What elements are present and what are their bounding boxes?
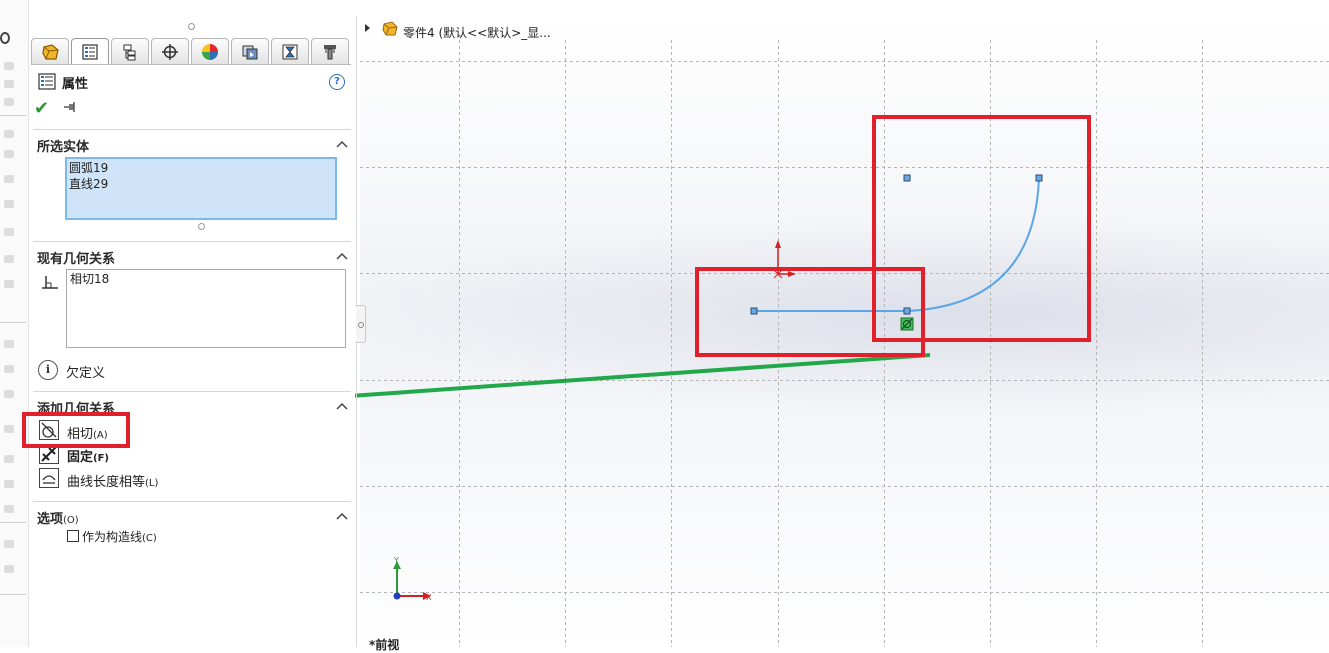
simulation-icon — [282, 44, 298, 59]
collapse-up-icon[interactable] — [335, 511, 349, 521]
existing-relations-list[interactable]: 相切18 — [66, 269, 346, 348]
feature-manager-icon — [42, 43, 59, 60]
ok-checkmark-icon[interactable]: ✔ — [34, 98, 49, 119]
existing-relations-header[interactable]: 现有几何关系 — [37, 248, 115, 267]
annotation-box-tangent-button — [22, 412, 130, 448]
list-item[interactable]: 直线29 — [69, 176, 333, 192]
tabs-baseline — [31, 64, 351, 65]
tab-configuration-manager[interactable] — [111, 38, 149, 64]
options-header-text: 选项 — [37, 512, 64, 527]
tab-cam[interactable] — [231, 38, 269, 64]
dimxpert-icon — [162, 43, 178, 60]
section-divider — [33, 501, 351, 502]
property-manager-icon — [82, 43, 98, 60]
info-icon: i — [38, 360, 58, 380]
collapse-up-icon[interactable] — [335, 139, 349, 149]
tab-toolbox[interactable] — [311, 38, 349, 64]
construction-shortcut: (C) — [142, 533, 157, 544]
list-item[interactable]: 相切18 — [70, 271, 342, 287]
section-divider — [33, 241, 351, 242]
view-name-label: *前视 — [369, 638, 400, 652]
part-name-label[interactable]: 零件4 (默认<<默认>_显... — [403, 24, 551, 41]
panel-splitter-handle[interactable] — [356, 305, 366, 343]
configuration-manager-icon — [123, 44, 136, 60]
construction-checkbox-label[interactable]: 作为构造线(C) — [82, 528, 157, 545]
collapse-up-icon[interactable] — [335, 401, 349, 411]
list-resize-grip[interactable] — [198, 223, 205, 230]
toolbox-icon — [324, 44, 336, 59]
fix-shortcut: (F) — [93, 453, 109, 464]
equal-curve-length-text: 曲线长度相等 — [67, 475, 146, 490]
list-item[interactable]: 圆弧19 — [69, 160, 333, 176]
construction-checkbox[interactable] — [67, 530, 79, 542]
equal-curve-length-shortcut: (L) — [145, 478, 159, 489]
display-manager-icon — [202, 43, 218, 60]
selected-entities-list[interactable]: 圆弧19 直线29 — [65, 157, 337, 220]
options-shortcut: (O) — [63, 515, 79, 526]
options-header[interactable]: 选项(O) — [37, 508, 79, 527]
section-divider — [33, 129, 351, 130]
property-manager-title: 属性 — [62, 77, 89, 92]
properties-icon — [38, 73, 56, 90]
equal-curve-length-button[interactable] — [39, 468, 59, 488]
panel-grip[interactable] — [188, 23, 195, 30]
manager-tabs — [31, 38, 351, 65]
tab-simulation[interactable] — [271, 38, 309, 64]
tab-feature-manager[interactable] — [31, 38, 69, 64]
tab-property-manager[interactable] — [71, 38, 109, 64]
relations-icon — [42, 276, 58, 289]
tab-dimxpert[interactable] — [151, 38, 189, 64]
annotation-box-arc — [872, 115, 1091, 342]
triad-x-label: X — [426, 593, 432, 602]
part-icon — [382, 21, 398, 36]
tree-expand-arrow[interactable] — [365, 24, 370, 32]
collapse-up-icon[interactable] — [335, 251, 349, 261]
fix-button-label[interactable]: 固定(F) — [67, 446, 109, 465]
section-divider — [33, 391, 351, 392]
cam-icon — [242, 45, 258, 59]
construction-label-text: 作为构造线 — [82, 530, 143, 544]
definition-status: 欠定义 — [66, 366, 106, 381]
equal-curve-length-icon — [42, 475, 56, 484]
pushpin-icon[interactable] — [62, 100, 78, 114]
tab-display-manager[interactable] — [191, 38, 229, 64]
selected-entities-header[interactable]: 所选实体 — [37, 136, 89, 155]
help-icon[interactable]: ? — [329, 74, 345, 90]
fix-label-text: 固定 — [67, 450, 94, 465]
equal-curve-length-label[interactable]: 曲线长度相等(L) — [67, 471, 158, 490]
triad-y-label: Y — [393, 556, 399, 565]
